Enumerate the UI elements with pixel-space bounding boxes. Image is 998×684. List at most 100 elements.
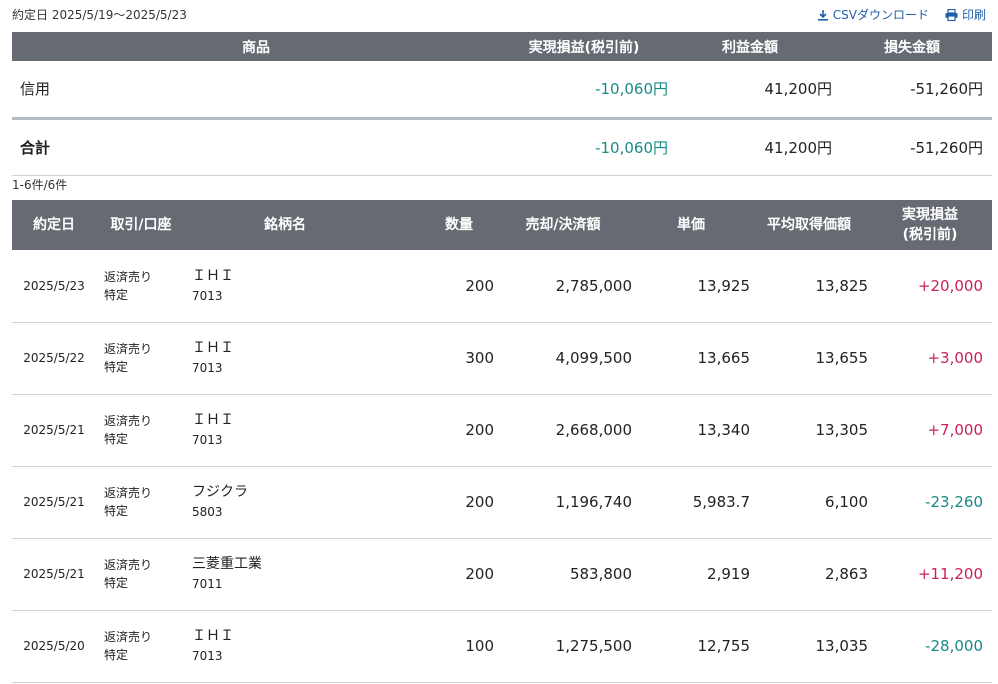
table-row: 2025/5/21 返済売り 特定 フジクラ 5803 200 1,196,740 … xyxy=(12,466,992,539)
row-price: 13,925 xyxy=(632,250,750,323)
summary-total-loss: -51,260円 xyxy=(832,118,992,176)
row-quantity: 200 xyxy=(424,538,494,611)
row-stock: ＩＨＩ 7013 xyxy=(186,610,424,683)
summary-col-realized: 実現損益(税引前) xyxy=(500,32,668,61)
col-stock-name: 銘柄名 xyxy=(186,200,424,250)
summary-total-label: 合計 xyxy=(12,118,500,176)
summary-header-row: 商品 実現損益(税引前) 利益金額 損失金額 xyxy=(12,32,992,61)
summary-row: 信用 -10,060円 41,200円 -51,260円 xyxy=(12,61,992,120)
row-amount: 1,196,740 xyxy=(494,466,632,539)
summary-table: 商品 実現損益(税引前) 利益金額 損失金額 信用 -10,060円 41,20… xyxy=(12,32,992,176)
row-avg-cost: 6,100 xyxy=(750,466,868,539)
row-stock-name: ＩＨＩ xyxy=(192,267,234,284)
row-avg-cost: 2,863 xyxy=(750,538,868,611)
row-trade-account: 返済売り 特定 xyxy=(96,394,186,467)
row-stock: 三菱重工業 7011 xyxy=(186,538,424,611)
row-stock-code: 7013 xyxy=(192,288,223,303)
row-quantity: 200 xyxy=(424,466,494,539)
detail-header-row: 約定日 取引/口座 銘柄名 数量 売却/決済額 単価 平均取得価額 実現損益 (… xyxy=(12,200,992,250)
csv-download-label: CSVダウンロード xyxy=(832,8,929,22)
col-realized-pl: 実現損益 (税引前) xyxy=(868,200,992,250)
summary-col-product: 商品 xyxy=(12,32,500,61)
row-trade-account: 返済売り 特定 xyxy=(96,322,186,395)
row-stock-name: 三菱重工業 xyxy=(192,556,262,572)
row-price: 2,919 xyxy=(632,538,750,611)
row-quantity: 200 xyxy=(424,250,494,323)
row-trade-account: 返済売り 特定 xyxy=(96,538,186,611)
result-count: 1-6件/6件 xyxy=(12,178,68,192)
col-quantity: 数量 xyxy=(424,200,494,250)
row-account: 特定 xyxy=(104,576,129,590)
table-row: 2025/5/23 返済売り 特定 ＩＨＩ 7013 200 2,785,000 1… xyxy=(12,250,992,323)
table-row: 2025/5/20 返済売り 特定 ＩＨＩ 7013 100 1,275,500 1… xyxy=(12,610,992,683)
row-stock: フジクラ 5803 xyxy=(186,466,424,539)
col-trade-account: 取引/口座 xyxy=(96,200,186,250)
row-stock-code: 7013 xyxy=(192,361,223,375)
row-price: 13,665 xyxy=(632,322,750,395)
summary-total-row: 合計 -10,060円 41,200円 -51,260円 xyxy=(12,118,992,176)
row-avg-cost: 13,305 xyxy=(750,394,868,467)
row-trade-account: 返済売り 特定 xyxy=(96,250,186,323)
row-stock-name: ＩＨＩ xyxy=(192,628,234,644)
col-amount: 売却/決済額 xyxy=(494,200,632,250)
row-amount: 2,785,000 xyxy=(494,250,632,323)
row-avg-cost: 13,035 xyxy=(750,610,868,683)
download-icon xyxy=(817,9,828,21)
table-row: 2025/5/22 返済売り 特定 ＩＨＩ 7013 300 4,099,500 1… xyxy=(12,322,992,395)
row-date: 2025/5/22 xyxy=(12,322,96,395)
row-account: 特定 xyxy=(104,648,129,662)
print-label: 印刷 xyxy=(961,8,986,22)
row-realized-pl: -28,000 xyxy=(868,610,992,683)
period-text: 約定日 2025/5/19〜2025/5/23 xyxy=(12,8,187,22)
row-price: 13,340 xyxy=(632,394,750,467)
csv-download-link[interactable]: CSVダウンロード xyxy=(817,6,929,23)
row-trade: 返済売り xyxy=(104,486,153,500)
row-stock-name: フジクラ xyxy=(192,484,248,500)
row-account: 特定 xyxy=(104,432,129,446)
row-stock: ＩＨＩ 7013 xyxy=(186,250,424,323)
row-trade: 返済売り xyxy=(104,414,153,428)
summary-total-profit: 41,200円 xyxy=(668,118,832,176)
col-price: 単価 xyxy=(632,200,750,250)
row-amount: 4,099,500 xyxy=(494,322,632,395)
row-avg-cost: 13,655 xyxy=(750,322,868,395)
summary-realized: -10,060円 xyxy=(500,61,668,120)
row-date: 2025/5/23 xyxy=(12,250,96,323)
row-stock-code: 7011 xyxy=(192,577,223,591)
summary-profit: 41,200円 xyxy=(668,61,832,120)
row-stock-name: ＩＨＩ xyxy=(192,340,234,356)
row-quantity: 200 xyxy=(424,394,494,467)
row-account: 特定 xyxy=(104,504,129,518)
row-realized-pl: +11,200 xyxy=(868,538,992,611)
row-realized-pl: +20,000 xyxy=(868,250,992,323)
print-link[interactable]: 印刷 xyxy=(945,6,986,23)
row-trade-account: 返済売り 特定 xyxy=(96,610,186,683)
summary-col-loss: 損失金額 xyxy=(832,32,992,61)
row-stock-code: 5803 xyxy=(192,505,223,519)
summary-loss: -51,260円 xyxy=(832,61,992,120)
summary-total-realized: -10,060円 xyxy=(500,118,668,176)
summary-col-profit: 利益金額 xyxy=(668,32,832,61)
col-date: 約定日 xyxy=(12,200,96,250)
row-trade-account: 返済売り 特定 xyxy=(96,466,186,539)
row-account: 特定 xyxy=(104,287,129,302)
row-stock-name: ＩＨＩ xyxy=(192,412,234,428)
col-realized-pl-line1: 実現損益 xyxy=(902,207,958,223)
row-amount: 583,800 xyxy=(494,538,632,611)
top-bar: 約定日 2025/5/19〜2025/5/23 CSVダウンロード 印刷 xyxy=(12,6,992,24)
row-realized-pl: -23,260 xyxy=(868,466,992,539)
actions: CSVダウンロード 印刷 xyxy=(817,6,986,23)
row-date: 2025/5/20 xyxy=(12,610,96,683)
row-stock-code: 7013 xyxy=(192,649,223,663)
row-amount: 2,668,000 xyxy=(494,394,632,467)
col-realized-pl-line2: (税引前) xyxy=(902,227,958,243)
table-row: 2025/5/21 返済売り 特定 ＩＨＩ 7013 200 2,668,000 1… xyxy=(12,394,992,467)
summary-product: 信用 xyxy=(12,61,500,120)
row-realized-pl: +7,000 xyxy=(868,394,992,467)
row-realized-pl: +3,000 xyxy=(868,322,992,395)
row-trade: 返済売り xyxy=(104,630,153,644)
printer-icon xyxy=(945,8,958,21)
detail-table: 約定日 取引/口座 銘柄名 数量 売却/決済額 単価 平均取得価額 実現損益 (… xyxy=(12,200,992,683)
row-quantity: 100 xyxy=(424,610,494,683)
row-stock: ＩＨＩ 7013 xyxy=(186,322,424,395)
